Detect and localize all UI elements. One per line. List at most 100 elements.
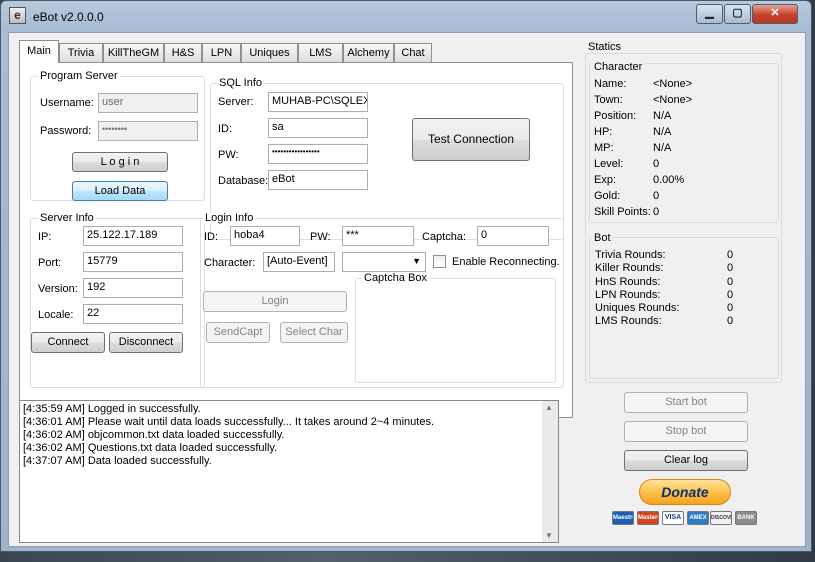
- tab-killthegm[interactable]: KillTheGM: [103, 43, 164, 62]
- bot-stats-title: Bot: [593, 232, 612, 244]
- log-line: [4:36:02 AM] objcommon.txt data loaded s…: [23, 429, 285, 441]
- minimize-button[interactable]: ▁: [696, 4, 723, 24]
- chevron-down-icon: ▼: [412, 256, 421, 266]
- sql-info-title: SQL Info: [217, 77, 265, 89]
- donate-button[interactable]: Donate: [639, 479, 731, 505]
- log-list[interactable]: [4:35:59 AM] Logged in successfully. [4:…: [19, 400, 552, 543]
- captcha-box-group: [355, 278, 556, 383]
- stat-value: 0: [727, 276, 734, 288]
- main-tab-page: Program Server Username: user Password: …: [19, 62, 573, 418]
- port-label: Port:: [38, 257, 62, 269]
- stat-value: 0: [653, 206, 660, 218]
- ip-label: IP:: [38, 231, 52, 243]
- window-title: eBot v2.0.0.0: [33, 10, 104, 24]
- stat-value: 0: [727, 315, 734, 327]
- stat-label: Level:: [594, 158, 624, 170]
- visa-card-icon: VISA: [662, 511, 684, 525]
- stat-value: N/A: [653, 126, 672, 138]
- login-id-field[interactable]: hoba4: [230, 226, 300, 246]
- start-bot-button[interactable]: Start bot: [624, 392, 748, 413]
- log-scrollbar[interactable]: ▲ ▼: [542, 400, 559, 543]
- locale-label: Locale:: [38, 309, 74, 321]
- scroll-down-icon[interactable]: ▼: [545, 531, 553, 540]
- version-label: Version:: [38, 283, 78, 295]
- scroll-up-icon[interactable]: ▲: [545, 403, 553, 412]
- sql-pw-field[interactable]: •••••••••••••••••: [268, 144, 368, 164]
- version-field[interactable]: 192: [83, 278, 183, 298]
- sql-id-field[interactable]: sa: [268, 118, 368, 138]
- stat-label: Town:: [594, 94, 623, 106]
- mastercard-icon: MasterCard: [637, 511, 659, 525]
- stat-label: Exp:: [594, 174, 617, 186]
- captcha-label: Captcha:: [422, 231, 467, 243]
- stat-value: N/A: [653, 142, 672, 154]
- stat-label: Uniques Rounds:: [595, 302, 680, 314]
- character-select[interactable]: ▼: [342, 252, 426, 272]
- discover-card-icon: DISCOVER: [710, 511, 732, 525]
- tab-main[interactable]: Main: [19, 40, 59, 63]
- character-login-button[interactable]: Login: [203, 291, 347, 312]
- sql-database-label: Database:: [218, 175, 269, 187]
- client-area: Main Trivia KillTheGM H&S LPN Uniques LM…: [8, 32, 806, 547]
- stat-label: LMS Rounds:: [595, 315, 662, 327]
- close-button[interactable]: ✕: [752, 4, 798, 24]
- tab-trivia[interactable]: Trivia: [59, 43, 103, 62]
- sql-database-field[interactable]: eBot: [268, 170, 368, 190]
- maximize-button[interactable]: ▢: [724, 4, 751, 24]
- stat-value: 0: [727, 249, 734, 261]
- stat-label: Killer Rounds:: [595, 262, 664, 274]
- tab-lpn[interactable]: LPN: [202, 43, 241, 62]
- character-field[interactable]: [Auto-Event]: [263, 252, 335, 272]
- program-login-button[interactable]: L o g i n: [72, 152, 168, 172]
- clear-log-button[interactable]: Clear log: [624, 450, 748, 471]
- sql-info-group: [210, 83, 564, 240]
- stat-value: <None>: [653, 94, 693, 106]
- disconnect-button[interactable]: Disconnect: [109, 332, 183, 353]
- load-data-button[interactable]: Load Data: [72, 181, 168, 201]
- captcha-field[interactable]: 0: [477, 226, 549, 246]
- stat-value: <None>: [653, 78, 693, 90]
- tab-lms[interactable]: LMS: [298, 43, 343, 62]
- login-pw-field[interactable]: ***: [342, 226, 414, 246]
- stat-value: 0: [727, 289, 734, 301]
- app-window: e eBot v2.0.0.0 ▁ ▢ ✕ Main Trivia KillTh…: [0, 0, 812, 552]
- select-char-button[interactable]: Select Char: [280, 322, 348, 343]
- locale-field[interactable]: 22: [83, 304, 183, 324]
- login-pw-label: PW:: [310, 231, 331, 243]
- app-icon: e: [9, 7, 26, 24]
- tab-chat[interactable]: Chat: [394, 43, 432, 62]
- sql-server-field[interactable]: MUHAB-PC\SQLEX: [268, 92, 368, 112]
- password-field[interactable]: ••••••••: [98, 121, 198, 141]
- tab-alchemy[interactable]: Alchemy: [343, 43, 394, 62]
- stat-label: Trivia Rounds:: [595, 249, 666, 261]
- tab-uniques[interactable]: Uniques: [241, 43, 298, 62]
- server-info-title: Server Info: [38, 212, 96, 224]
- connect-button[interactable]: Connect: [31, 332, 105, 353]
- title-bar[interactable]: e eBot v2.0.0.0 ▁ ▢ ✕: [1, 1, 811, 31]
- stat-label: Skill Points:: [594, 206, 651, 218]
- stat-value: N/A: [653, 110, 672, 122]
- reconnect-label: Enable Reconnecting.: [452, 256, 560, 268]
- username-label: Username:: [40, 97, 94, 109]
- stat-value: 0: [727, 262, 734, 274]
- log-line: [4:35:59 AM] Logged in successfully.: [23, 403, 201, 415]
- stat-value: 0: [727, 302, 734, 314]
- stat-label: HnS Rounds:: [595, 276, 661, 288]
- sql-id-label: ID:: [218, 123, 233, 135]
- login-info-title: Login Info: [203, 212, 256, 224]
- captcha-box-title: Captcha Box: [362, 272, 429, 284]
- stat-label: HP:: [594, 126, 613, 138]
- stat-label: Gold:: [594, 190, 621, 202]
- password-label: Password:: [40, 125, 92, 137]
- tab-hs[interactable]: H&S: [164, 43, 202, 62]
- program-server-title: Program Server: [38, 70, 120, 82]
- log-line: [4:36:02 AM] Questions.txt data loaded s…: [23, 442, 278, 454]
- port-field[interactable]: 15779: [83, 252, 183, 272]
- stop-bot-button[interactable]: Stop bot: [624, 421, 748, 442]
- sendcapt-button[interactable]: SendCapt: [206, 322, 270, 343]
- username-field[interactable]: user: [98, 93, 198, 113]
- reconnect-checkbox[interactable]: [433, 255, 446, 268]
- test-connection-button[interactable]: Test Connection: [412, 118, 530, 161]
- sql-pw-label: PW:: [218, 149, 239, 161]
- ip-field[interactable]: 25.122.17.189: [83, 226, 183, 246]
